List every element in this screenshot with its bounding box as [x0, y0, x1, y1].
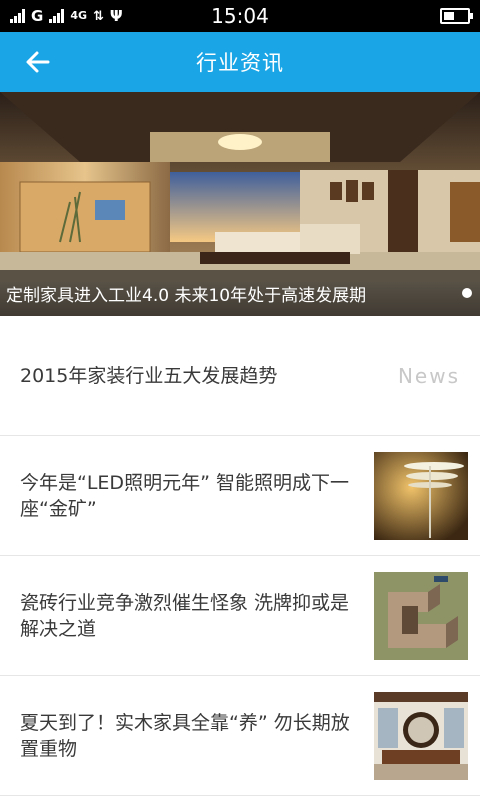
- news-tag: News: [397, 363, 460, 388]
- page-title: 行业资讯: [196, 51, 284, 75]
- app-bar: 行业资讯: [0, 32, 480, 92]
- network-type: G: [31, 7, 44, 25]
- status-indicators: G 4G ⇅ Ψ: [10, 7, 123, 25]
- arrow-left-icon[interactable]: [22, 46, 54, 78]
- news-item[interactable]: 瓷砖行业竞争激烈催生怪象 洗牌抑或是解决之道: [0, 556, 480, 676]
- banner-caption: 定制家具进入工业4.0 未来10年处于高速发展期: [0, 270, 480, 316]
- news-title: 瓷砖行业竞争激烈催生怪象 洗牌抑或是解决之道: [20, 591, 350, 640]
- signal-icon-2: [49, 9, 65, 23]
- data-transfer-icon: ⇅: [93, 8, 104, 24]
- usb-icon: Ψ: [109, 7, 123, 25]
- news-title: 夏天到了！实木家具全靠“养” 勿长期放置重物: [20, 711, 350, 760]
- news-list: 2015年家装行业五大发展趋势 News 今年是“LED照明元年” 智能照明成下…: [0, 316, 480, 796]
- battery-icon: [440, 8, 473, 24]
- news-item[interactable]: 夏天到了！实木家具全靠“养” 勿长期放置重物: [0, 676, 480, 796]
- news-item[interactable]: 今年是“LED照明元年” 智能照明成下一座“金矿”: [0, 436, 480, 556]
- news-item[interactable]: 2015年家装行业五大发展趋势 News: [0, 316, 480, 436]
- news-thumbnail-tile: [374, 571, 468, 660]
- carousel-indicator-dot[interactable]: [462, 288, 472, 298]
- network-type-2: 4G: [70, 9, 87, 22]
- news-thumbnail-furniture: [374, 691, 468, 780]
- signal-icon: [10, 9, 25, 23]
- banner-carousel[interactable]: 定制家具进入工业4.0 未来10年处于高速发展期: [0, 92, 480, 316]
- status-time: 15:04: [211, 4, 269, 28]
- status-bar: G 4G ⇅ Ψ 15:04: [0, 0, 480, 32]
- news-thumbnail-lamp: [374, 451, 468, 540]
- news-title: 2015年家装行业五大发展趋势: [20, 364, 278, 387]
- news-title: 今年是“LED照明元年” 智能照明成下一座“金矿”: [20, 471, 349, 520]
